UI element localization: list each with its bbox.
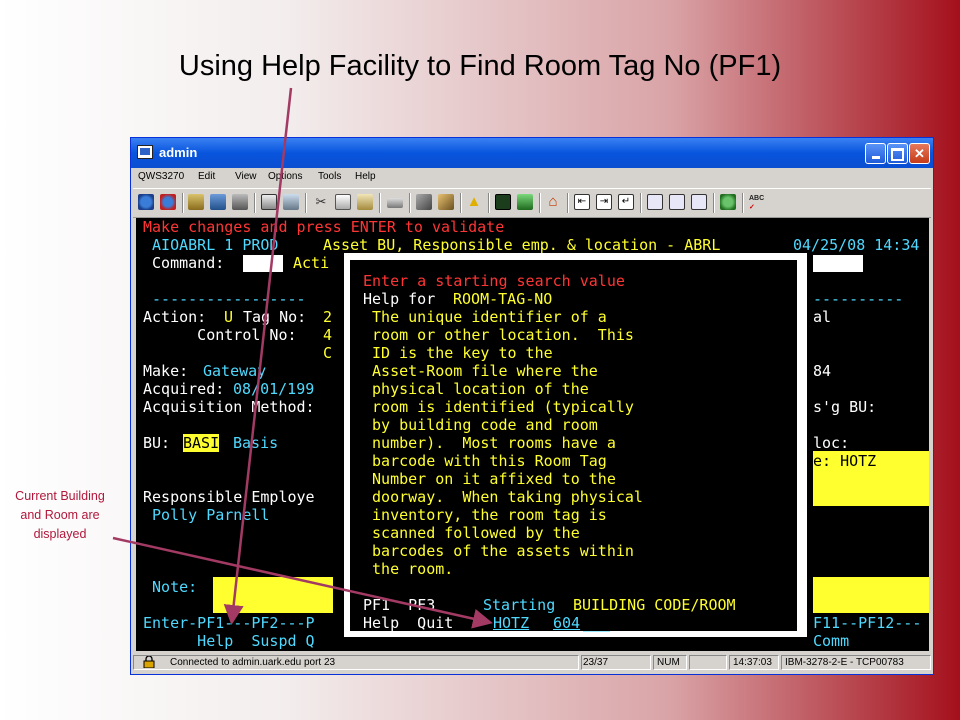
arrow-to-building bbox=[112, 536, 493, 629]
annotation-arrows bbox=[112, 87, 493, 629]
arrow-to-pf1 bbox=[223, 87, 293, 625]
